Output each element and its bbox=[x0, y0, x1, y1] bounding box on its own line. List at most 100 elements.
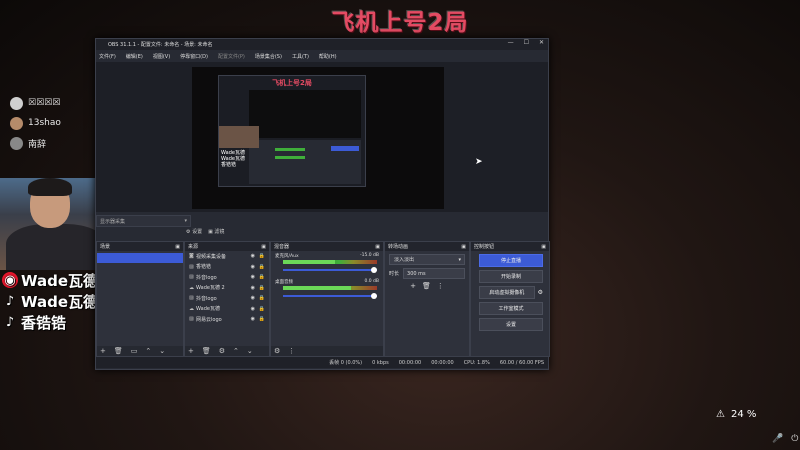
nested-meter bbox=[275, 156, 305, 159]
down-icon[interactable]: ⌄ bbox=[159, 347, 165, 355]
microphone-icon[interactable]: 🎤 bbox=[772, 434, 783, 444]
source-item[interactable]: ▨ 网易云logo ◉ 🔒 bbox=[185, 314, 269, 325]
up-icon[interactable]: ⌃ bbox=[233, 347, 239, 355]
source-item[interactable]: ▨ 香锆锆 ◉ 🔒 bbox=[185, 262, 269, 273]
source-label: 网易云logo bbox=[196, 316, 222, 323]
eye-icon[interactable]: ◉ bbox=[251, 274, 255, 280]
duration-row: 时长 300 ms bbox=[389, 268, 465, 279]
eye-icon[interactable]: ◉ bbox=[251, 264, 255, 270]
eye-icon[interactable]: ◉ bbox=[251, 285, 255, 291]
duration-label: 时长 bbox=[389, 271, 400, 277]
trash-icon[interactable]: 🗑 bbox=[202, 347, 211, 355]
scene-select[interactable]: 显示器采集 ▾ bbox=[96, 215, 191, 227]
nested-meter bbox=[275, 148, 305, 151]
minimize-icon[interactable]: — bbox=[508, 39, 514, 46]
streamer-hair bbox=[28, 178, 72, 196]
transition-actions: + 🗑 ⋮ bbox=[385, 282, 469, 290]
source-label: 抖音logo bbox=[196, 295, 217, 302]
settings-button[interactable]: 设置 bbox=[479, 318, 543, 331]
menu-tools[interactable]: 工具(T) bbox=[292, 53, 309, 60]
more-icon[interactable]: ⋮ bbox=[437, 282, 444, 290]
lock-icon[interactable]: 🔒 bbox=[259, 306, 265, 312]
eye-icon[interactable]: ◉ bbox=[251, 295, 255, 301]
dock-menu-icon[interactable]: ▣ bbox=[175, 244, 180, 250]
studio-mode-button[interactable]: 工作室模式 bbox=[479, 302, 543, 315]
viewer-name: 南辞 bbox=[28, 139, 47, 150]
source-item[interactable]: ◙ 视频采集设备 ◉ 🔒 bbox=[185, 251, 269, 262]
tab-settings[interactable]: ⚙ 设置 bbox=[186, 228, 202, 235]
add-icon[interactable]: + bbox=[410, 282, 416, 290]
volume-knob[interactable] bbox=[371, 267, 377, 273]
volume-knob[interactable] bbox=[371, 293, 377, 299]
down-icon[interactable]: ⌄ bbox=[247, 347, 253, 355]
source-item[interactable]: ▨ 抖音logo ◉ 🔒 bbox=[185, 293, 269, 304]
channel-name: 桌面音频 bbox=[275, 280, 293, 285]
stop-streaming-button[interactable]: 停止直播 bbox=[479, 254, 543, 267]
tab-filters[interactable]: ▣ 滤镜 bbox=[208, 228, 224, 235]
preview-area[interactable]: 飞机上号2局 Wade瓦德 Wade瓦德 香锆锆 bbox=[96, 62, 548, 212]
filter-icon[interactable]: ▭ bbox=[131, 347, 138, 355]
eye-icon[interactable]: ◉ bbox=[251, 306, 255, 312]
gear-icon[interactable]: ⚙ bbox=[219, 347, 225, 355]
more-icon[interactable]: ⋮ bbox=[288, 347, 295, 355]
volume-slider[interactable] bbox=[283, 295, 377, 297]
mixer-channel: 桌面音频 0.0 dB bbox=[271, 277, 383, 303]
tab-label: 滤镜 bbox=[214, 228, 225, 235]
lock-icon[interactable]: 🔒 bbox=[259, 285, 265, 291]
image-icon: ▨ bbox=[189, 295, 194, 302]
social-label: 香锆锆 bbox=[21, 313, 67, 332]
gear-icon[interactable]: ⚙ bbox=[274, 347, 280, 355]
volume-slider[interactable] bbox=[283, 269, 377, 271]
start-virtual-camera-button[interactable]: 启动虚拟摄像机 bbox=[479, 286, 535, 299]
menu-profile[interactable]: 配置文件(P) bbox=[218, 53, 245, 60]
window-title: OBS 31.1.1 - 配置文件: 未命名 - 场景: 未命名 bbox=[108, 42, 213, 48]
viewer-item: 南辞 bbox=[10, 134, 61, 152]
dock-menu-icon[interactable]: ▣ bbox=[461, 244, 466, 250]
mixer-toolbar: ⚙ ⋮ bbox=[271, 346, 383, 356]
menu-help[interactable]: 帮助(H) bbox=[319, 53, 337, 60]
trash-icon[interactable]: 🗑 bbox=[114, 347, 123, 355]
lock-icon[interactable]: 🔒 bbox=[259, 295, 265, 301]
trash-icon[interactable]: 🗑 bbox=[422, 282, 431, 290]
eye-icon[interactable]: ◉ bbox=[251, 253, 255, 259]
maximize-icon[interactable]: ☐ bbox=[524, 39, 529, 46]
dock-title: 来源 bbox=[188, 244, 199, 250]
menu-file[interactable]: 文件(F) bbox=[99, 53, 116, 60]
nested-socials: Wade瓦德 Wade瓦德 香锆锆 bbox=[221, 150, 245, 168]
tab-label: 设置 bbox=[192, 228, 203, 235]
menu-docks[interactable]: 停靠窗口(D) bbox=[180, 53, 208, 60]
image-icon: ▨ bbox=[189, 316, 194, 323]
source-label: 抖音logo bbox=[196, 274, 217, 281]
lock-icon[interactable]: 🔒 bbox=[259, 264, 265, 270]
add-icon[interactable]: + bbox=[188, 347, 194, 355]
viewer-item: ☒☒☒☒ bbox=[10, 94, 61, 112]
add-icon[interactable]: + bbox=[100, 347, 106, 355]
dock-header: 场景 ▣ bbox=[97, 242, 183, 251]
lock-icon[interactable]: 🔒 bbox=[259, 316, 265, 322]
gear-icon[interactable]: ⚙ bbox=[538, 289, 543, 296]
power-icon[interactable]: ⏻ bbox=[791, 434, 798, 444]
rec-timer: 00:00:00 bbox=[431, 359, 454, 366]
eye-icon[interactable]: ◉ bbox=[251, 316, 255, 322]
transition-select[interactable]: 淡入淡出 ▾ bbox=[389, 254, 465, 265]
dock-menu-icon[interactable]: ▣ bbox=[541, 244, 546, 250]
status-bar: 丢帧 0 (0.0%) 0 kbps 00:00:00 00:00:00 CPU… bbox=[96, 357, 548, 368]
duration-field[interactable]: 300 ms bbox=[403, 268, 465, 279]
scene-item-active[interactable] bbox=[97, 253, 183, 263]
lock-icon[interactable]: 🔒 bbox=[259, 253, 265, 259]
source-item[interactable]: ☁ Wade瓦德 2 ◉ 🔒 bbox=[185, 283, 269, 294]
menu-scene-collection[interactable]: 场景集合(S) bbox=[255, 53, 282, 60]
dock-menu-icon[interactable]: ▣ bbox=[375, 244, 380, 250]
source-item[interactable]: ☁ Wade瓦德 ◉ 🔒 bbox=[185, 304, 269, 315]
lock-icon[interactable]: 🔒 bbox=[259, 274, 265, 280]
up-icon[interactable]: ⌃ bbox=[145, 347, 151, 355]
source-item[interactable]: ▨ 抖音logo ◉ 🔒 bbox=[185, 272, 269, 283]
menu-view[interactable]: 视图(V) bbox=[153, 53, 170, 60]
title-bar: OBS 31.1.1 - 配置文件: 未命名 - 场景: 未命名 — ☐ ✕ bbox=[96, 39, 548, 50]
preview-canvas[interactable]: 飞机上号2局 Wade瓦德 Wade瓦德 香锆锆 bbox=[192, 67, 444, 209]
dock-menu-icon[interactable]: ▣ bbox=[261, 244, 266, 250]
start-recording-button[interactable]: 开始录制 bbox=[479, 270, 543, 283]
social-item: ♪ 香锆锆 bbox=[2, 312, 98, 332]
close-icon[interactable]: ✕ bbox=[539, 39, 544, 46]
menu-edit[interactable]: 编辑(E) bbox=[126, 53, 143, 60]
